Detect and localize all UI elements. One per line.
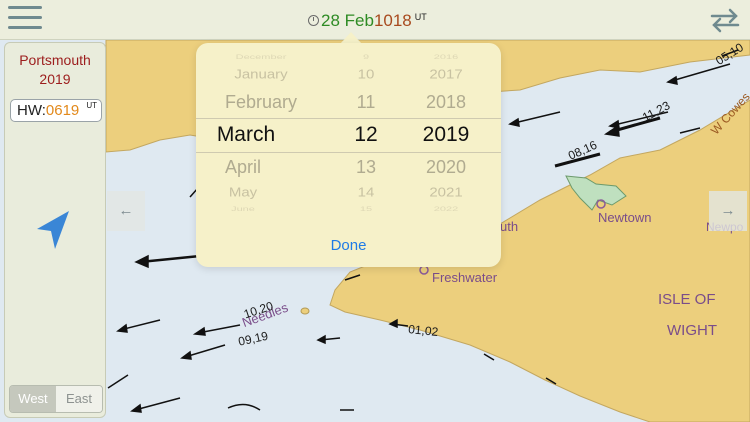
month-option[interactable]: February [196, 92, 326, 113]
swap-button[interactable] [708, 6, 742, 34]
day-option-selected[interactable]: 12 [341, 123, 391, 147]
year-option[interactable]: 2017 [406, 67, 486, 81]
month-option-selected[interactable]: March [196, 123, 296, 147]
swap-arrows-icon [710, 8, 740, 33]
day-option[interactable]: 10 [341, 67, 391, 81]
day-option[interactable]: 14 [341, 185, 391, 199]
year-option-selected[interactable]: 2019 [406, 123, 486, 147]
month-option[interactable]: May [196, 185, 290, 199]
month-option[interactable]: December [196, 53, 326, 60]
time-text: 1018 [373, 11, 412, 30]
year-option[interactable]: 2021 [406, 185, 486, 199]
east-option[interactable]: East [56, 386, 102, 412]
needles-rock [300, 307, 310, 315]
hamburger-menu-icon [8, 6, 42, 29]
hamburger-menu-button[interactable] [8, 6, 42, 34]
year-option[interactable]: 2016 [406, 53, 486, 60]
day-option[interactable]: 13 [341, 157, 391, 178]
month-option[interactable]: April [196, 157, 290, 178]
datetime-display[interactable]: 28 Feb1018 UT [308, 11, 427, 31]
port-year: 2019 [39, 71, 71, 87]
month-column[interactable]: December January February March April Ma… [196, 43, 326, 213]
date-text: 28 Feb [321, 11, 374, 30]
hw-zone: UT [86, 101, 97, 110]
place-label-isle-of: ISLE OF [658, 291, 716, 308]
year-option[interactable]: 2018 [406, 92, 486, 113]
done-button[interactable]: Done [196, 237, 501, 254]
day-option[interactable]: 11 [341, 92, 391, 113]
date-picker-wheel[interactable]: December January February March April Ma… [196, 43, 501, 213]
port-title[interactable]: Portsmouth 2019 [5, 51, 105, 89]
place-label-yarmouth: uth [500, 219, 519, 234]
arrow-right-icon: → [720, 202, 736, 219]
next-arrow-button[interactable]: → [709, 191, 747, 231]
arrow-left-icon: ← [118, 202, 134, 219]
hw-time: 0619 [45, 102, 80, 119]
side-panel: Portsmouth 2019 HW:0619 UT West East [4, 42, 106, 418]
date-picker-popover: December January February March April Ma… [196, 43, 501, 267]
previous-arrow-button[interactable]: ← [107, 191, 145, 231]
place-label-wight: WIGHT [667, 322, 717, 339]
day-column[interactable]: 9 10 11 12 13 14 15 [341, 43, 391, 213]
hw-label: HW: [17, 102, 46, 119]
time-zone-label: UT [414, 12, 427, 22]
month-option[interactable]: January [196, 67, 326, 81]
direction-toggle[interactable]: West East [9, 385, 103, 413]
location-arrow-icon[interactable] [33, 209, 73, 251]
west-option[interactable]: West [10, 386, 56, 412]
port-name: Portsmouth [19, 52, 91, 68]
tide-rate-label: 01,02 [407, 322, 439, 340]
clock-icon [308, 15, 319, 26]
year-column[interactable]: 2016 2017 2018 2019 2020 2021 2022 [406, 43, 486, 213]
day-option[interactable]: 15 [341, 205, 391, 212]
year-option[interactable]: 2022 [406, 205, 486, 212]
month-option[interactable]: June [196, 205, 290, 212]
year-option[interactable]: 2020 [406, 157, 486, 178]
day-option[interactable]: 9 [341, 53, 391, 60]
top-bar: 28 Feb1018 UT [0, 0, 750, 40]
place-label-newtown: Newtown [598, 210, 652, 225]
place-label-freshwater: Freshwater [432, 270, 498, 285]
high-water-field[interactable]: HW:0619 UT [10, 99, 102, 122]
